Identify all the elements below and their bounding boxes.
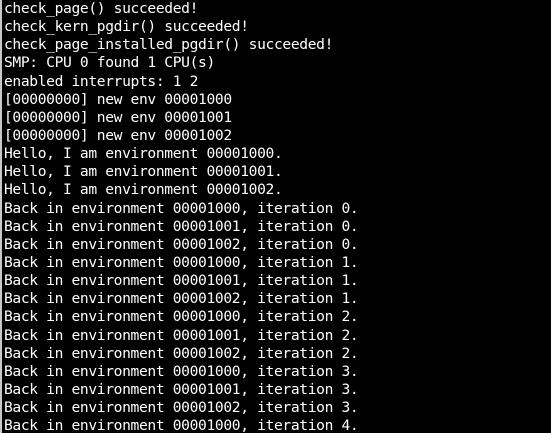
output-line: Back in environment 00001001, iteration … [4,326,359,344]
output-line: SMP: CPU 0 found 1 CPU(s) [4,54,215,72]
output-line: Back in environment 00001002, iteration … [4,235,359,253]
output-line: Back in environment 00001002, iteration … [4,344,359,362]
output-line: Back in environment 00001000, iteration … [4,417,359,433]
output-line: Back in environment 00001002, iteration … [4,399,359,417]
output-line: [00000000] new env 00001002 [4,126,232,144]
output-line: Back in environment 00001002, iteration … [4,290,359,308]
output-line: Back in environment 00001000, iteration … [4,362,359,380]
output-line: enabled interrupts: 1 2 [4,72,199,90]
output-line: [00000000] new env 00001000 [4,90,232,108]
output-line: [00000000] new env 00001001 [4,108,232,126]
terminal-output: check_page() succeeded! check_kern_pgdir… [4,0,359,433]
terminal-window[interactable]: check_page() succeeded! check_kern_pgdir… [0,0,551,433]
output-line: Hello, I am environment 00001001. [4,163,283,181]
output-line: Back in environment 00001000, iteration … [4,308,359,326]
output-line: Hello, I am environment 00001000. [4,145,283,163]
output-line: check_page() succeeded! [4,0,199,17]
output-line: Back in environment 00001001, iteration … [4,272,359,290]
output-line: check_page_installed_pgdir() succeeded! [4,36,334,54]
output-line: Back in environment 00001001, iteration … [4,217,359,235]
output-line: Back in environment 00001000, iteration … [4,253,359,271]
output-line: check_kern_pgdir() succeeded! [4,18,249,36]
output-line: Hello, I am environment 00001002. [4,181,283,199]
window-left-border [0,0,2,433]
output-line: Back in environment 00001000, iteration … [4,199,359,217]
output-line: Back in environment 00001001, iteration … [4,380,359,398]
